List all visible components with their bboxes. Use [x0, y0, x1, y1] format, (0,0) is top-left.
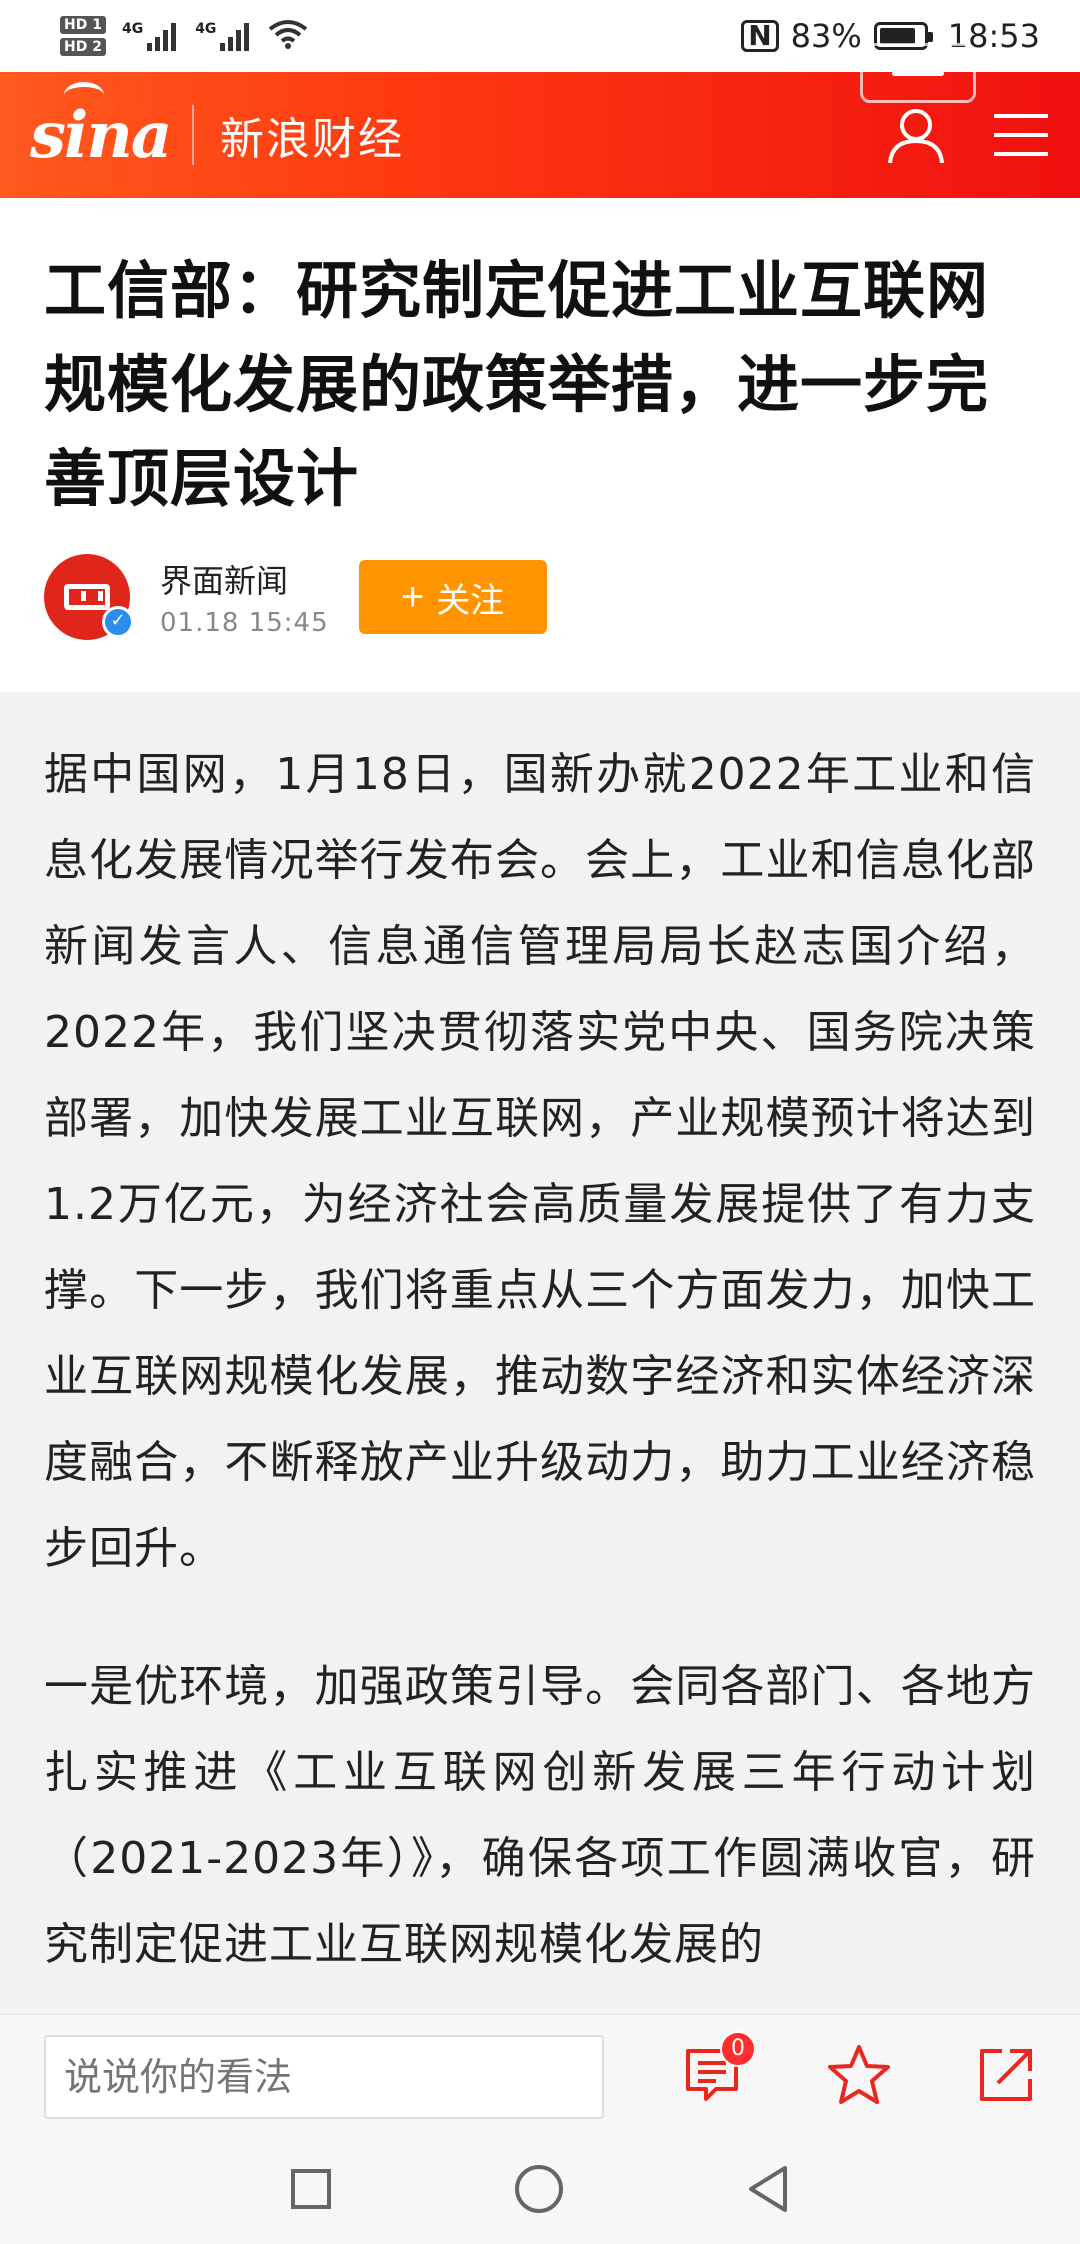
article-title: 工信部：研究制定促进工业互联网规模化发展的政策举措，进一步完善顶层设计 — [44, 254, 990, 515]
sina-logo-text: sina — [30, 97, 172, 173]
article-body[interactable]: 据中国网，1月18日，国新办就2022年工业和信息化发展情况举行发布会。会上，工… — [0, 692, 1080, 2014]
sim2-label: HD 2 — [60, 38, 106, 56]
battery-percent: 83% — [790, 17, 862, 55]
sim-indicators: HD 1 HD 2 — [60, 16, 106, 56]
menu-icon[interactable] — [992, 110, 1050, 160]
system-nav-bar — [0, 2138, 1080, 2244]
sim1-label: HD 1 — [60, 16, 106, 34]
home-icon[interactable] — [513, 2163, 565, 2219]
follow-label: 关注 — [436, 581, 505, 620]
recent-apps-icon[interactable] — [289, 2167, 333, 2215]
app-bar-actions — [860, 43, 1050, 167]
author-meta: 界面新闻 01.18 15:45 — [160, 556, 329, 638]
publish-time: 01.18 15:45 — [160, 608, 329, 638]
comment-bar: 0 — [0, 2014, 1080, 2138]
avatar[interactable]: ✓ — [44, 554, 134, 640]
plus-icon: + — [400, 575, 425, 619]
comment-count-badge: 0 — [720, 2030, 756, 2067]
sina-logo[interactable]: sina — [30, 81, 172, 173]
author-row: ✓ 界面新闻 01.18 15:45 + 关注 — [44, 554, 1036, 640]
network1-label: 4G — [121, 21, 144, 37]
user-icon[interactable] — [884, 103, 948, 167]
sina-logo-eye-icon — [64, 81, 104, 108]
network2-label: 4G — [195, 21, 217, 37]
signal-icon: 4G — [122, 21, 179, 51]
verified-icon: ✓ — [102, 606, 134, 638]
minimize-icon[interactable] — [860, 43, 976, 103]
bar-icons: 0 — [682, 2030, 1036, 2111]
article-paragraph: 据中国网，1月18日，国新办就2022年工业和信息化发展情况举行发布会。会上，工… — [44, 749, 1036, 1574]
follow-button[interactable]: + 关注 — [358, 560, 547, 634]
jiemian-logo-icon — [64, 584, 110, 610]
status-left: HD 1 HD 2 4G 4G — [60, 16, 308, 56]
nfc-icon: N — [741, 20, 779, 52]
back-icon[interactable] — [745, 2164, 791, 2218]
comment-input[interactable] — [44, 2034, 604, 2119]
comments-icon[interactable]: 0 — [682, 2030, 756, 2109]
app-title: 新浪财经 — [220, 114, 404, 165]
article-header: 工信部：研究制定促进工业互联网规模化发展的政策举措，进一步完善顶层设计 ✓ 界面… — [0, 198, 1080, 692]
battery-fill — [879, 28, 915, 44]
wifi-icon — [268, 19, 308, 53]
author-name[interactable]: 界面新闻 — [160, 556, 329, 602]
article-paragraph: 一是优环境，加强政策引导。会同各部门、各地方扎实推进《工业互联网创新发展三年行动… — [44, 1661, 1036, 1970]
signal-icon-2: 4G — [195, 21, 252, 51]
app-bar-divider — [192, 105, 194, 165]
favorite-star-icon[interactable] — [826, 2043, 892, 2111]
app-bar: sina 新浪财经 — [0, 43, 1080, 198]
share-icon[interactable] — [976, 2045, 1036, 2109]
